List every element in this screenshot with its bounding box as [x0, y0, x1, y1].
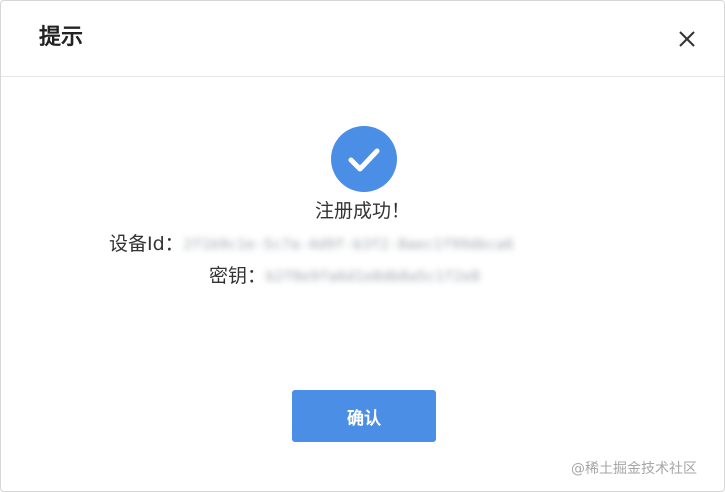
device-id-label: 设备Id：	[109, 233, 184, 255]
device-id-value: 2f1b9c1e-5c7a-4d9f-b3f2-8aec1f99dbca6	[183, 236, 515, 253]
dialog-title: 提示	[39, 25, 84, 50]
device-id-row: 设备Id：2f1b9c1e-5c7a-4d9f-b3f2-8aec1f99dbc…	[109, 230, 514, 259]
secret-row: 密钥：b2f0e9fa6d1e8db8a5c1f2e8	[209, 262, 480, 291]
success-message: 注册成功！	[314, 200, 410, 222]
secret-label: 密钥：	[209, 265, 267, 287]
secret-value: b2f0e9fa6d1e8db8a5c1f2e8	[266, 268, 481, 285]
close-icon[interactable]	[673, 25, 701, 53]
dialog-header: 提示	[1, 1, 724, 77]
registration-dialog: 提示 注册成功！ 设备Id：2f1b9c1e-5c7a-4d9f-b3f2-8a…	[0, 0, 725, 492]
confirm-button[interactable]: 确认	[292, 390, 436, 442]
check-circle-icon	[331, 126, 397, 192]
watermark: @稀土掘金技术社区	[571, 461, 697, 477]
